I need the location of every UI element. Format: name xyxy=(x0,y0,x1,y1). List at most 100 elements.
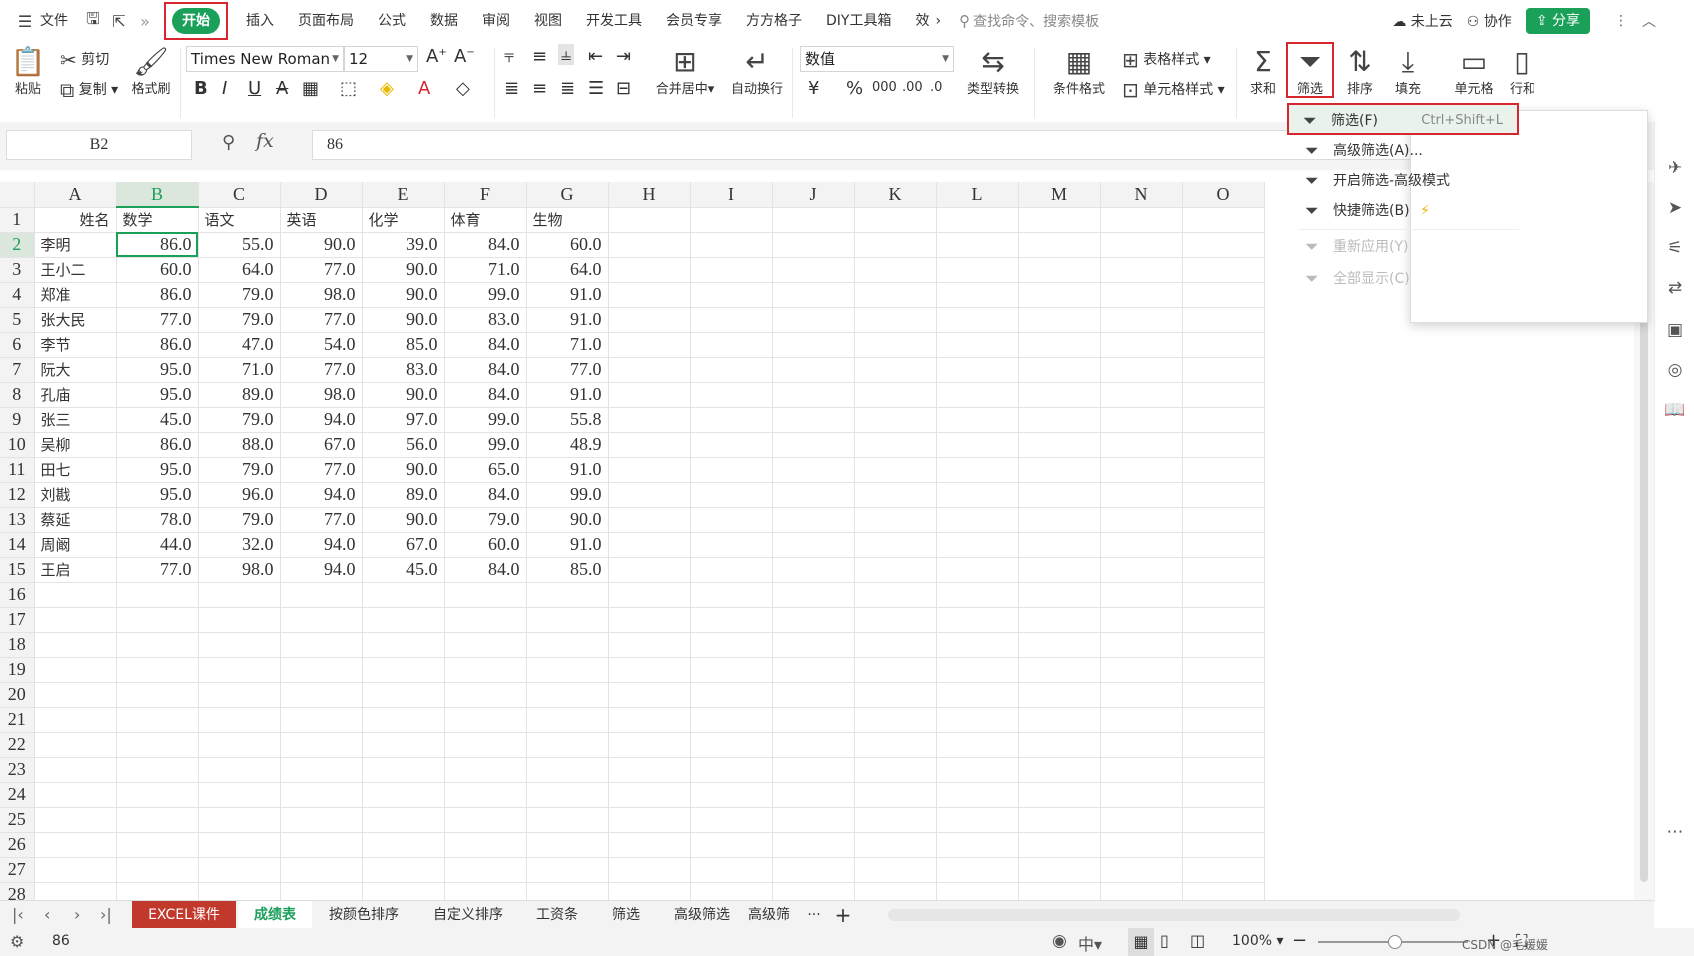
cell[interactable] xyxy=(34,832,117,858)
align-left-icon[interactable]: ≣ xyxy=(504,78,519,99)
cell[interactable] xyxy=(772,232,855,258)
cell[interactable] xyxy=(526,707,609,733)
add-sheet-button[interactable]: + xyxy=(830,901,856,929)
cell[interactable] xyxy=(34,657,117,683)
horizontal-scrollbar[interactable] xyxy=(888,909,1460,921)
align-top-icon[interactable]: ⫧ xyxy=(504,46,514,67)
cell[interactable] xyxy=(362,757,445,783)
cell[interactable] xyxy=(444,607,527,633)
cell[interactable] xyxy=(1182,407,1265,433)
cell[interactable] xyxy=(1182,657,1265,683)
cell[interactable]: 91.0 xyxy=(526,307,609,333)
cell[interactable] xyxy=(444,657,527,683)
row-header[interactable]: 7 xyxy=(0,357,35,383)
cell[interactable] xyxy=(936,532,1019,558)
cell[interactable] xyxy=(690,632,773,658)
tab-insert[interactable]: 插入 xyxy=(234,0,286,42)
cell[interactable]: 77.0 xyxy=(280,507,363,533)
cell[interactable] xyxy=(772,457,855,483)
cell[interactable] xyxy=(198,607,281,633)
cell[interactable] xyxy=(608,582,691,608)
cell[interactable]: 刘戡 xyxy=(34,482,117,508)
cell[interactable]: 67.0 xyxy=(362,532,445,558)
cell[interactable] xyxy=(526,607,609,633)
cell[interactable]: 54.0 xyxy=(280,332,363,358)
cell[interactable] xyxy=(854,657,937,683)
tab-page-layout[interactable]: 页面布局 xyxy=(286,0,366,42)
cell[interactable] xyxy=(608,707,691,733)
cell[interactable] xyxy=(1100,732,1183,758)
cell[interactable] xyxy=(526,657,609,683)
cell[interactable] xyxy=(198,857,281,883)
cell[interactable]: 96.0 xyxy=(198,482,281,508)
cell[interactable]: 99.0 xyxy=(444,432,527,458)
cell[interactable] xyxy=(1018,307,1101,333)
cell[interactable]: 79.0 xyxy=(198,457,281,483)
cell[interactable]: 77.0 xyxy=(280,307,363,333)
row-header[interactable]: 26 xyxy=(0,832,35,858)
cell[interactable]: 90.0 xyxy=(362,282,445,308)
cell[interactable]: 90.0 xyxy=(526,507,609,533)
cell[interactable] xyxy=(362,582,445,608)
cell[interactable] xyxy=(854,357,937,383)
page-view-icon[interactable]: ▯ xyxy=(1160,931,1169,950)
percent-icon[interactable]: % xyxy=(846,78,863,99)
cell[interactable] xyxy=(936,607,1019,633)
cell[interactable] xyxy=(772,432,855,458)
row-header[interactable]: 10 xyxy=(0,432,35,458)
zoom-level[interactable]: 100% ▾ xyxy=(1232,933,1284,949)
cell[interactable] xyxy=(936,782,1019,808)
tab-formulas[interactable]: 公式 xyxy=(366,0,418,42)
cell[interactable] xyxy=(1018,507,1101,533)
cell[interactable]: 71.0 xyxy=(198,357,281,383)
cell[interactable] xyxy=(444,832,527,858)
column-header[interactable]: L xyxy=(936,182,1019,208)
cell[interactable] xyxy=(34,857,117,883)
cell[interactable]: 98.0 xyxy=(280,282,363,308)
thousands-icon[interactable]: 000 xyxy=(872,80,897,95)
row-header[interactable]: 18 xyxy=(0,632,35,658)
cell[interactable] xyxy=(936,257,1019,283)
cell[interactable] xyxy=(198,707,281,733)
normal-view-icon[interactable]: ▦ xyxy=(1128,928,1154,956)
cell[interactable]: 77.0 xyxy=(116,557,199,583)
cell[interactable] xyxy=(854,507,937,533)
cell[interactable] xyxy=(116,807,199,833)
hamburger-menu-icon[interactable]: ☰ xyxy=(12,0,38,42)
column-header[interactable]: O xyxy=(1182,182,1265,208)
cell[interactable] xyxy=(280,732,363,758)
currency-icon[interactable]: ¥ xyxy=(808,78,819,99)
sheet-tab-excel[interactable]: EXCEL课件 xyxy=(132,901,236,929)
cell[interactable] xyxy=(1182,482,1265,508)
menu-item-advanced-filter[interactable]: ⏷ 高级筛选(A)... xyxy=(1291,135,1527,167)
cell[interactable] xyxy=(362,682,445,708)
row-header[interactable]: 14 xyxy=(0,532,35,558)
zoom-out-icon[interactable]: − xyxy=(1292,930,1307,951)
cell[interactable] xyxy=(444,882,527,900)
cell[interactable] xyxy=(1100,432,1183,458)
cell[interactable] xyxy=(854,257,937,283)
font-size-select[interactable]: 12 ▼ xyxy=(344,46,418,72)
cell[interactable]: 47.0 xyxy=(198,332,281,358)
cell[interactable] xyxy=(526,857,609,883)
cell-style-button[interactable]: ⊡ 单元格样式 ▾ xyxy=(1122,78,1225,102)
cell[interactable] xyxy=(116,707,199,733)
cell[interactable]: 98.0 xyxy=(198,557,281,583)
cell[interactable]: 84.0 xyxy=(444,232,527,258)
tab-member[interactable]: 会员专享 xyxy=(654,0,734,42)
cell[interactable] xyxy=(854,832,937,858)
cell[interactable] xyxy=(772,582,855,608)
row-header[interactable]: 12 xyxy=(0,482,35,508)
row-header[interactable]: 16 xyxy=(0,582,35,608)
fx-icon[interactable]: fx xyxy=(256,130,274,152)
cell[interactable] xyxy=(936,382,1019,408)
cell[interactable]: 90.0 xyxy=(362,457,445,483)
cell[interactable]: 孔庙 xyxy=(34,382,117,408)
share-button[interactable]: ⇪ 分享 xyxy=(1525,8,1590,34)
cell[interactable] xyxy=(1018,357,1101,383)
cell[interactable] xyxy=(1100,457,1183,483)
cell[interactable] xyxy=(854,207,937,233)
cell[interactable] xyxy=(772,332,855,358)
cell[interactable] xyxy=(936,482,1019,508)
cell[interactable] xyxy=(608,257,691,283)
